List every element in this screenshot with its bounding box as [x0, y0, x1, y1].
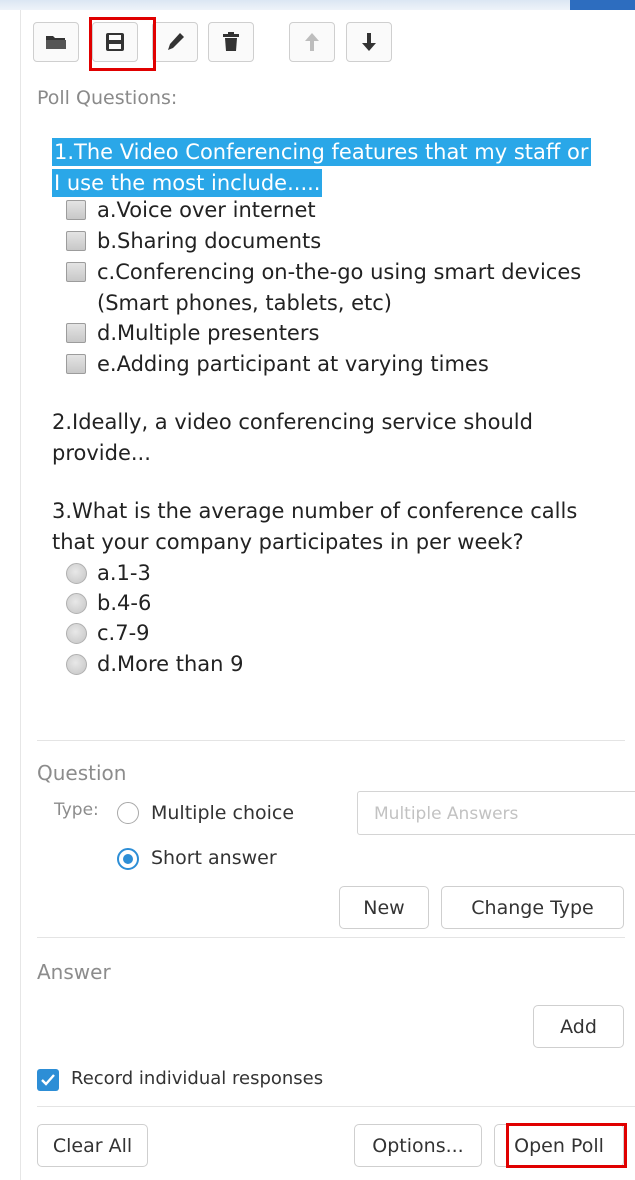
- checkmark-icon: [41, 1074, 55, 1086]
- q1-option-a-label: a.Voice over internet: [97, 198, 316, 222]
- question-3-text[interactable]: 3.What is the average number of conferen…: [52, 496, 612, 558]
- q3-option-b-label: b.4-6: [97, 591, 152, 615]
- answer-section-label: Answer: [37, 960, 111, 984]
- edit-button[interactable]: [152, 22, 198, 62]
- folder-open-icon: [46, 36, 66, 49]
- q1-option-e-checkbox: [66, 354, 86, 374]
- q3-option-c-radio: [66, 623, 87, 644]
- divider: [37, 740, 625, 741]
- short-answer-radio[interactable]: [117, 848, 139, 870]
- multiple-choice-label[interactable]: Multiple choice: [151, 802, 294, 824]
- delete-button[interactable]: [208, 22, 254, 62]
- new-button[interactable]: New: [339, 886, 429, 929]
- q1-option-c-label-continued: (Smart phones, tablets, etc): [97, 291, 393, 315]
- q1-option-e-label: e.Adding participant at varying times: [97, 352, 489, 376]
- answer-type-field[interactable]: Multiple Answers: [357, 791, 635, 835]
- q1-option-d-label: d.Multiple presenters: [97, 321, 320, 345]
- clear-all-button[interactable]: Clear All: [37, 1124, 148, 1167]
- type-label: Type:: [54, 800, 99, 820]
- record-responses-label: Record individual responses: [71, 1068, 324, 1089]
- multiple-choice-radio[interactable]: [117, 802, 139, 824]
- options-button[interactable]: Options...: [354, 1124, 482, 1167]
- question-3-line-1: 3.What is the average number of conferen…: [52, 499, 578, 523]
- q1-option-a-checkbox: [66, 200, 86, 220]
- question-3-line-2: that your company participates in per we…: [52, 530, 524, 554]
- short-answer-label[interactable]: Short answer: [151, 847, 277, 869]
- question-1-text[interactable]: 1.The Video Conferencing features that m…: [52, 137, 592, 199]
- divider: [37, 937, 625, 938]
- answer-type-placeholder: Multiple Answers: [374, 804, 519, 824]
- q1-option-b-label: b.Sharing documents: [97, 229, 322, 253]
- add-button[interactable]: Add: [533, 1005, 624, 1048]
- question-1-selection: 1.The Video Conferencing features that m…: [52, 138, 591, 197]
- q3-option-a-label: a.1-3: [97, 561, 151, 585]
- q3-option-a-radio: [66, 563, 87, 584]
- q1-option-c-label: c.Conferencing on-the-go using smart dev…: [97, 260, 582, 284]
- pencil-icon: [168, 33, 184, 50]
- arrow-up-icon: [305, 33, 319, 51]
- change-type-button[interactable]: Change Type: [441, 886, 624, 929]
- top-strip-line: [0, 0, 570, 10]
- divider: [37, 1106, 635, 1107]
- q1-option-c-checkbox: [66, 262, 86, 282]
- save-highlight-box: [89, 17, 156, 71]
- q1-option-d-checkbox: [66, 323, 86, 343]
- poll-questions-label: Poll Questions:: [37, 87, 178, 109]
- record-checkbox-box[interactable]: [37, 1069, 59, 1091]
- question-2-line-2: provide...: [52, 441, 151, 465]
- trash-icon: [223, 32, 239, 51]
- move-up-button[interactable]: [289, 22, 335, 62]
- question-2-line-1: 2.Ideally, a video conferencing service …: [52, 410, 533, 434]
- q3-option-b-radio: [66, 593, 87, 614]
- q3-option-d-label: d.More than 9: [97, 652, 244, 676]
- open-button[interactable]: [33, 22, 79, 62]
- q3-option-c-label: c.7-9: [97, 621, 150, 645]
- top-strip-accent: [570, 0, 635, 10]
- arrow-down-icon: [362, 33, 376, 51]
- open-poll-highlight-box: [506, 1123, 627, 1168]
- question-section-label: Question: [37, 761, 127, 785]
- question-2-text[interactable]: 2.Ideally, a video conferencing service …: [52, 407, 612, 469]
- window-top-strip: [0, 0, 635, 10]
- q1-option-b-checkbox: [66, 231, 86, 251]
- q3-option-d-radio: [66, 654, 87, 675]
- move-down-button[interactable]: [346, 22, 392, 62]
